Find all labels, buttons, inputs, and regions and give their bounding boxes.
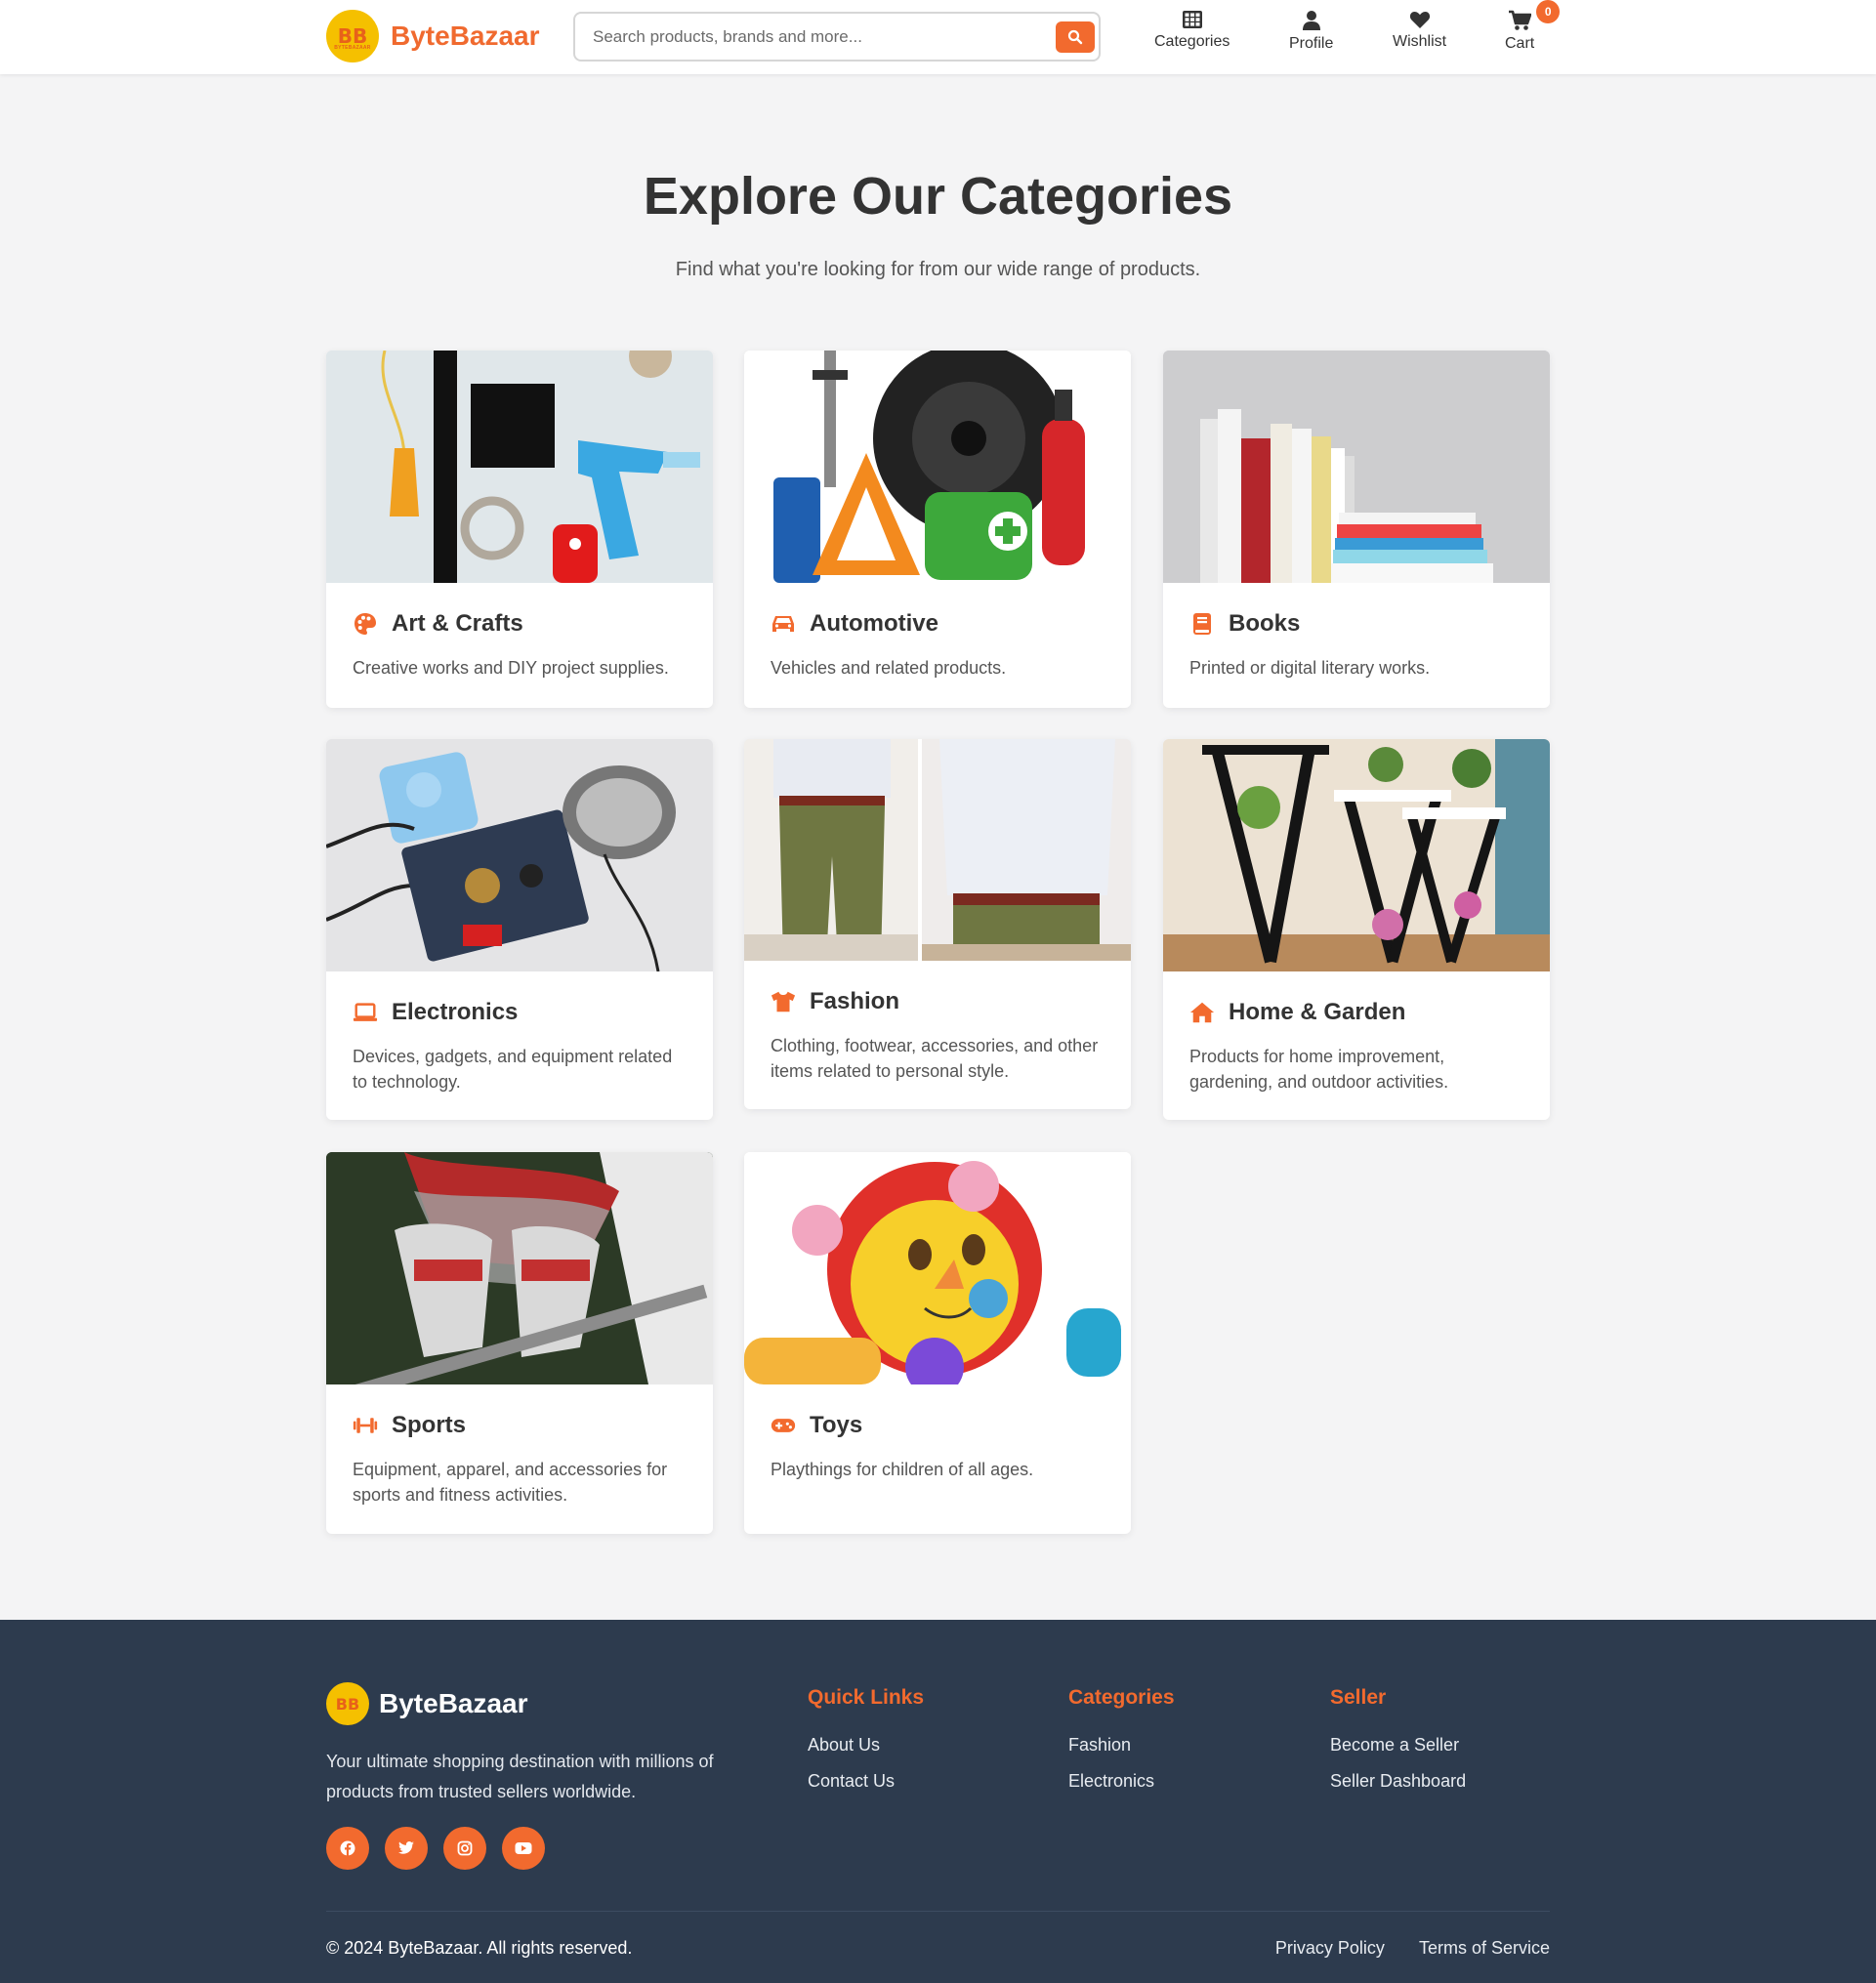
category-description: Playthings for children of all ages. [771,1460,1034,1479]
category-card-electronics[interactable]: Electronics Devices, gadgets, and equipm… [326,739,713,1120]
home-icon [1189,1000,1215,1025]
category-title: Toys [810,1412,863,1438]
instagram-icon [457,1840,473,1856]
search-icon [1067,29,1083,45]
nav-label: Categories [1154,33,1230,50]
gamepad-icon [771,1413,796,1438]
legal-links: Privacy Policy Terms of Service [1246,1938,1550,1959]
twitter-icon [398,1841,414,1854]
footer-column-heading: Seller [1330,1686,1387,1709]
footer-column-categories: Categories Fashion Electronics [1068,1686,1175,1807]
nav-label: Wishlist [1393,33,1447,50]
laptop-icon [353,1000,378,1025]
category-description: Products for home improvement, gardening… [1189,1047,1449,1092]
category-image [1163,351,1550,583]
category-description: Equipment, apparel, and accessories for … [353,1460,668,1505]
footer-link-seller-dashboard[interactable]: Seller Dashboard [1330,1771,1466,1792]
search-input[interactable] [593,24,1042,50]
category-image [1163,739,1550,971]
page-subtitle: Find what you're looking for from our wi… [675,259,1201,280]
category-title: Art & Crafts [392,610,523,637]
copyright-text: © 2024 ByteBazaar. All rights reserved. [326,1938,633,1958]
category-description: Creative works and DIY project supplies. [353,658,669,678]
book-icon [1189,611,1215,637]
site-header: BB BYTEBAZAAR ByteBazaar Categories Prof… [0,0,1876,74]
facebook-icon [340,1840,355,1856]
search-bar [573,12,1101,62]
category-title: Sports [392,1412,467,1438]
category-title: Electronics [392,999,519,1025]
category-title: Home & Garden [1229,999,1406,1025]
footer-link-about-us[interactable]: About Us [808,1735,924,1756]
car-icon [771,611,796,637]
shirt-icon [771,989,796,1014]
youtube-link[interactable] [502,1827,545,1870]
category-description: Devices, gadgets, and equipment related … [353,1047,673,1092]
nav-cart[interactable]: Cart 0 [1505,0,1561,53]
privacy-policy-link[interactable]: Privacy Policy [1275,1938,1385,1958]
category-title: Automotive [810,610,938,637]
category-title: Books [1229,610,1301,637]
dumbbell-icon [353,1413,378,1438]
category-card-automotive[interactable]: Automotive Vehicles and related products… [744,351,1131,708]
search-button[interactable] [1056,21,1095,53]
cart-icon [1509,10,1532,30]
brand-logo[interactable]: BB BYTEBAZAAR ByteBazaar [326,10,540,62]
category-image [744,351,1131,583]
nav-label: Profile [1289,35,1334,52]
nav-profile[interactable]: Profile [1289,10,1333,53]
footer-tagline: Your ultimate shopping destination with … [326,1752,714,1801]
site-footer: BB ByteBazaar Your ultimate shopping des… [0,1620,1876,1983]
footer-link-electronics[interactable]: Electronics [1068,1771,1175,1792]
logo-badge: BB BYTEBAZAAR [326,10,379,62]
category-image [744,739,1131,961]
category-card-sports[interactable]: Sports Equipment, apparel, and accessori… [326,1152,713,1534]
category-card-home-garden[interactable]: Home & Garden Products for home improvem… [1163,739,1550,1120]
heart-icon [1409,12,1430,28]
youtube-icon [515,1842,532,1854]
footer-link-fashion[interactable]: Fashion [1068,1735,1175,1756]
logo-badge: BB [326,1682,369,1725]
category-card-art-crafts[interactable]: Art & Crafts Creative works and DIY proj… [326,351,713,708]
footer-column-heading: Quick Links [808,1686,925,1709]
category-description: Vehicles and related products. [771,658,1007,678]
grid-icon [1182,11,1202,28]
logo-badge-subtext: BYTEBAZAAR [334,45,371,51]
footer-brand[interactable]: BB ByteBazaar [326,1682,528,1725]
category-title: Fashion [810,988,900,1014]
logo-badge-text: BB [335,1694,360,1714]
footer-column-seller: Seller Become a Seller Seller Dashboard [1330,1686,1466,1807]
category-image [326,351,713,583]
category-card-toys[interactable]: Toys Playthings for children of all ages… [744,1152,1131,1534]
instagram-link[interactable] [443,1827,486,1870]
footer-column-quick-links: Quick Links About Us Contact Us [808,1686,924,1807]
category-card-books[interactable]: Books Printed or digital literary works. [1163,351,1550,708]
footer-divider [326,1911,1550,1912]
category-description: Printed or digital literary works. [1189,658,1431,678]
category-description: Clothing, footwear, accessories, and oth… [771,1036,1099,1081]
footer-column-heading: Categories [1068,1686,1175,1709]
category-card-fashion[interactable]: Fashion Clothing, footwear, accessories,… [744,739,1131,1109]
category-image [326,739,713,971]
facebook-link[interactable] [326,1827,369,1870]
category-image [744,1152,1131,1384]
page-title: Explore Our Categories [643,167,1233,226]
user-icon [1302,11,1320,30]
footer-link-contact-us[interactable]: Contact Us [808,1771,924,1792]
nav-categories[interactable]: Categories [1154,10,1230,51]
brand-name: ByteBazaar [391,21,540,51]
category-image [326,1152,713,1384]
twitter-link[interactable] [385,1827,428,1870]
footer-brand-name: ByteBazaar [379,1688,528,1718]
nav-wishlist[interactable]: Wishlist [1393,10,1446,51]
cart-count-badge: 0 [1536,0,1561,23]
terms-of-service-link[interactable]: Terms of Service [1419,1938,1550,1958]
footer-link-become-seller[interactable]: Become a Seller [1330,1735,1466,1756]
social-links [326,1827,561,1870]
palette-icon [353,611,378,637]
nav-label: Cart [1505,35,1535,52]
